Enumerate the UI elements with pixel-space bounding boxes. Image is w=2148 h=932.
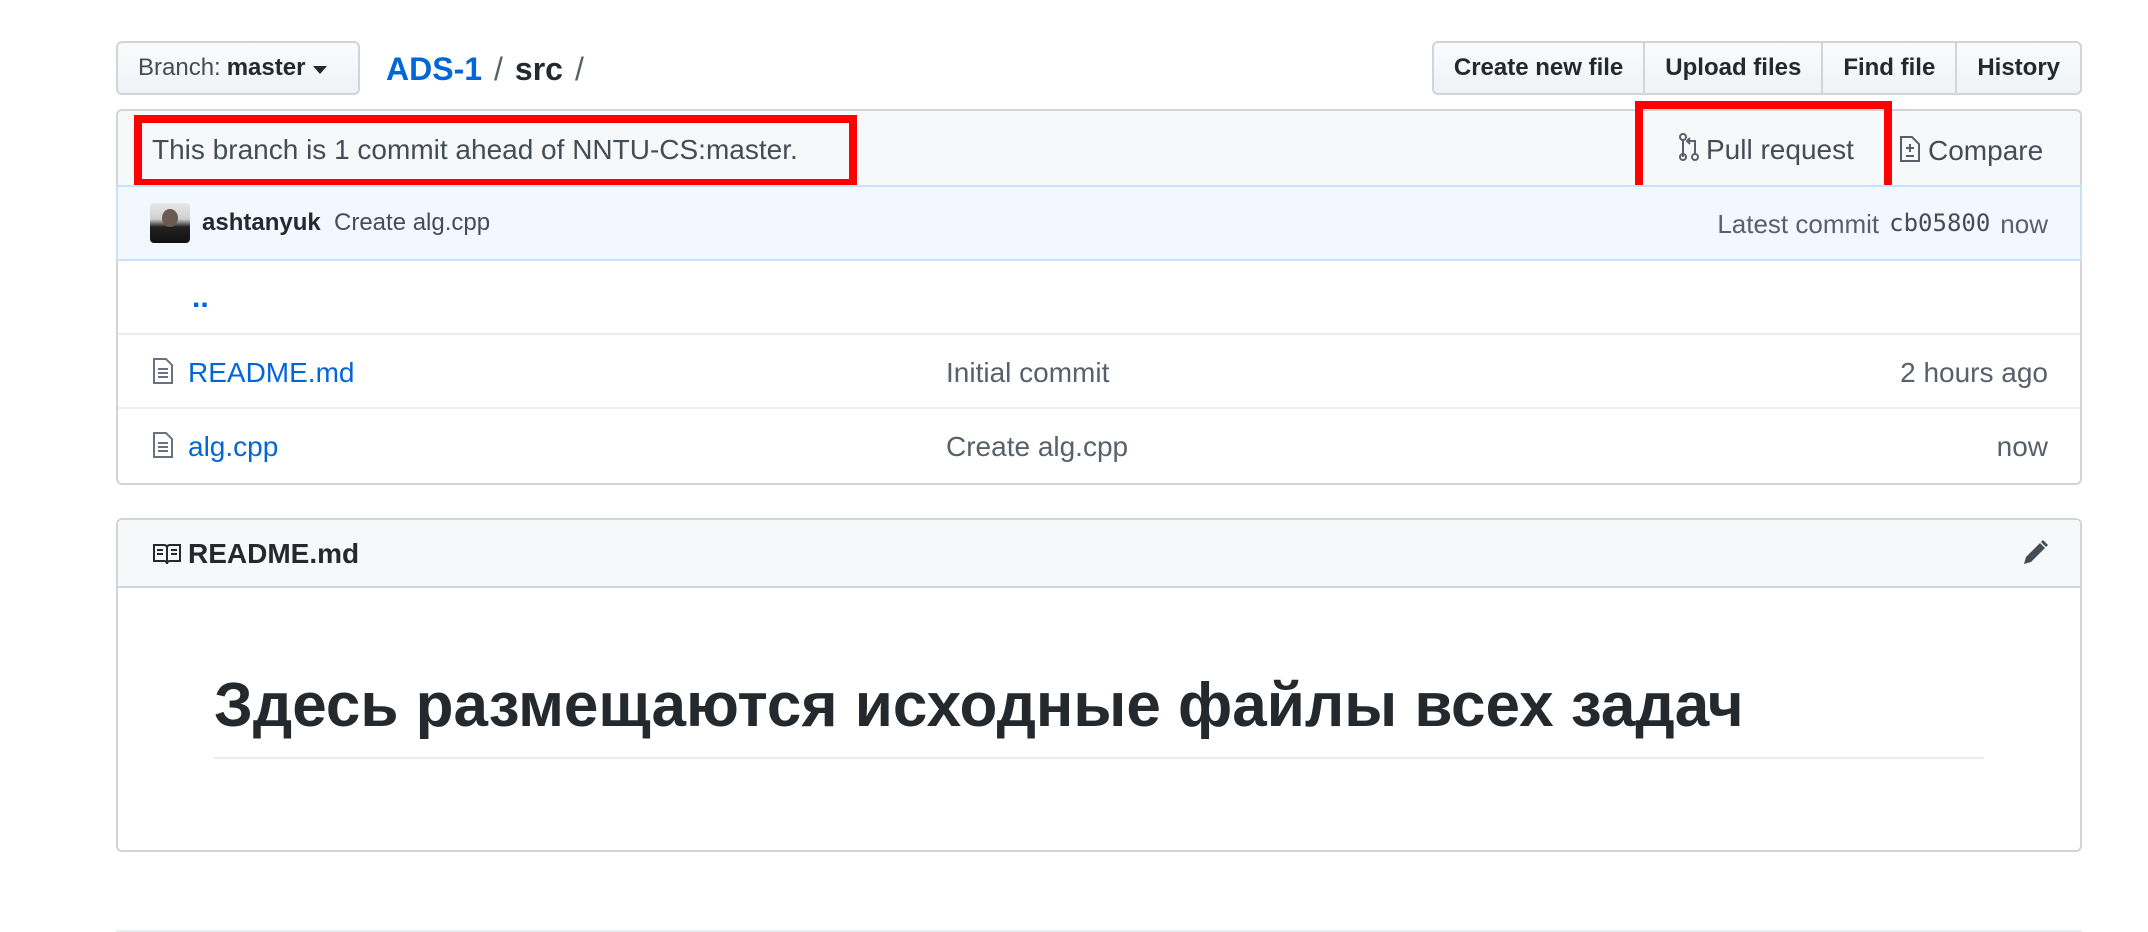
- history-button[interactable]: History: [1955, 41, 2082, 95]
- branch-select-button[interactable]: Branch: master: [116, 41, 360, 95]
- file-commit-message[interactable]: Initial commit: [946, 357, 1109, 389]
- branch-infobar: This branch is 1 commit ahead of NNTU-CS…: [116, 101, 2082, 195]
- readme-heading: Здесь размещаются исходные файлы всех за…: [214, 670, 1984, 759]
- file-list: .. README.md Initial commit 2 hours ago …: [116, 261, 2082, 485]
- table-row: alg.cpp Create alg.cpp now: [118, 409, 2080, 483]
- avatar[interactable]: [150, 203, 190, 243]
- commit-sha[interactable]: cb05800: [1889, 209, 1990, 240]
- caret-down-icon: [313, 65, 328, 74]
- file-age: now: [1996, 431, 2048, 462]
- file-navigation: Branch: master ADS-1 / src / Create new …: [116, 41, 2082, 97]
- pencil-icon[interactable]: [2020, 538, 2050, 573]
- upload-files-button[interactable]: Upload files: [1643, 41, 1824, 95]
- highlight-box: [1635, 101, 1892, 195]
- book-icon: [152, 542, 182, 571]
- latest-commit-label: Latest commit: [1717, 209, 1880, 239]
- file-commit-message[interactable]: Create alg.cpp: [946, 431, 1128, 463]
- repo-link[interactable]: ADS-1: [386, 47, 482, 91]
- branch-name: master: [226, 54, 306, 81]
- compare-icon: [1898, 131, 1922, 170]
- file-icon: [152, 431, 174, 464]
- commit-author[interactable]: ashtanyuk: [202, 209, 321, 237]
- current-folder: src: [514, 51, 563, 87]
- breadcrumb-separator: /: [574, 51, 584, 87]
- find-file-button[interactable]: Find file: [1821, 41, 1958, 95]
- file-actions: Create new file Upload files Find file H…: [1431, 41, 2082, 95]
- compare-label: Compare: [1928, 134, 2044, 166]
- breadcrumb: ADS-1 / src /: [386, 47, 596, 91]
- commit-message[interactable]: Create alg.cpp: [334, 209, 490, 237]
- latest-commit-info: Latest commit cb05800 now: [1717, 209, 2048, 240]
- file-name-link[interactable]: alg.cpp: [188, 431, 278, 463]
- commit-tease: ashtanyuk Create alg.cpp Latest commit c…: [116, 185, 2082, 261]
- parent-dir-link[interactable]: ..: [192, 281, 209, 315]
- create-new-file-button[interactable]: Create new file: [1431, 41, 1646, 95]
- readme-panel: README.md Здесь размещаются исходные фай…: [116, 518, 2082, 852]
- table-row: README.md Initial commit 2 hours ago: [118, 335, 2080, 409]
- file-name-link[interactable]: README.md: [188, 357, 354, 389]
- commit-time: now: [2000, 209, 2048, 239]
- readme-title: README.md: [188, 538, 360, 569]
- compare-link[interactable]: Compare: [1898, 131, 2043, 170]
- file-icon: [152, 357, 174, 390]
- readme-header: README.md: [118, 520, 2080, 588]
- file-age: 2 hours ago: [1900, 357, 2048, 388]
- parent-dir-row: ..: [118, 261, 2080, 335]
- branch-label: Branch:: [138, 54, 221, 81]
- breadcrumb-separator: /: [494, 51, 503, 87]
- highlight-box: [134, 115, 857, 187]
